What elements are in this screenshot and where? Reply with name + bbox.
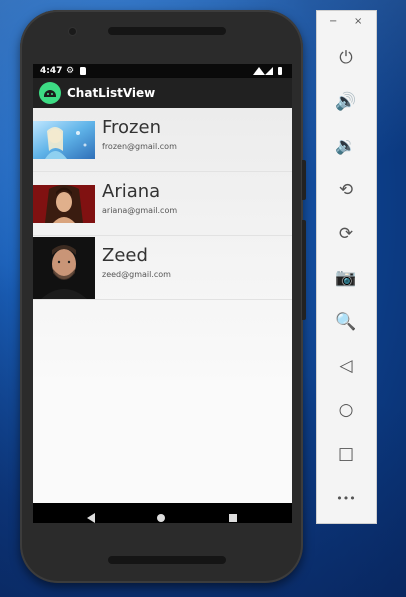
list-item[interactable]: Ariana ariana@gmail.com [33,172,292,236]
list-item[interactable]: Zeed zeed@gmail.com [33,236,292,300]
wifi-icon [253,67,265,75]
rotate-right-icon[interactable]: ⟳ [331,219,361,249]
avatar [33,185,95,223]
phone-device: 4:47 ⚙ ChatListView Frozen frozen@gmail.… [20,10,306,583]
power-side-button[interactable] [302,160,306,200]
home-icon[interactable]: ○ [331,395,361,425]
battery-icon [278,67,282,75]
settings-gear-icon: ⚙ [66,66,75,76]
zoom-icon[interactable]: 🔍 [331,307,361,337]
volume-down-icon[interactable]: 🔉 [331,131,361,161]
power-icon[interactable]: ⏻ [331,43,361,73]
avatar [33,237,95,299]
overview-icon[interactable]: □ [331,439,361,469]
contact-email: frozen@gmail.com [102,142,177,151]
camera-icon[interactable]: 📷 [331,263,361,293]
nav-home-icon[interactable] [157,514,165,522]
nav-recents-icon[interactable] [229,514,237,522]
contact-name: Frozen [102,117,161,138]
top-speaker [108,27,226,35]
contact-email: ariana@gmail.com [102,206,178,215]
rotate-left-icon[interactable]: ⟲ [331,175,361,205]
minimize-button[interactable]: − [329,17,337,27]
front-camera-icon [69,28,76,35]
signal-icon [265,67,273,75]
status-time: 4:47 [40,66,63,76]
contact-name: Zeed [102,245,148,266]
nav-back-icon[interactable] [87,513,95,523]
phone-screen: 4:47 ⚙ ChatListView Frozen frozen@gmail.… [33,64,292,523]
android-logo-icon [39,82,61,104]
bottom-speaker [108,556,226,564]
close-button[interactable]: × [354,17,362,27]
contact-email: zeed@gmail.com [102,270,171,279]
contact-name: Ariana [102,181,161,202]
sd-card-icon [80,67,86,75]
contact-list[interactable]: Frozen frozen@gmail.com Ariana ariana@gm… [33,108,292,509]
more-icon[interactable]: ••• [331,483,361,513]
status-bar: 4:47 ⚙ [33,64,292,78]
system-navigation-bar [33,503,292,523]
app-bar: ChatListView [33,78,292,108]
volume-up-icon[interactable]: 🔊 [331,87,361,117]
avatar [33,121,95,159]
volume-side-button[interactable] [302,220,306,320]
app-title: ChatListView [67,86,156,100]
emulator-control-panel: − × ⏻ 🔊 🔉 ⟲ ⟳ 📷 🔍 ◁ ○ □ ••• [316,10,377,524]
back-icon[interactable]: ◁ [331,351,361,381]
list-item[interactable]: Frozen frozen@gmail.com [33,108,292,172]
